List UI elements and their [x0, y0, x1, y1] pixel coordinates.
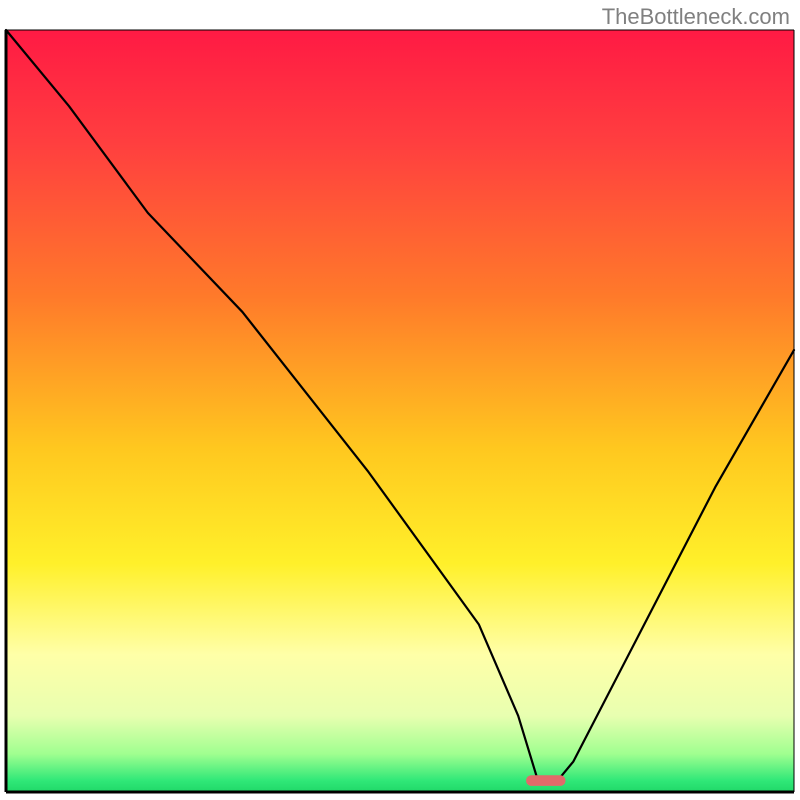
optimal-marker [526, 775, 565, 786]
watermark-text: TheBottleneck.com [602, 4, 790, 30]
gradient-background [6, 30, 794, 792]
bottleneck-chart: TheBottleneck.com [0, 0, 800, 800]
chart-svg [0, 0, 800, 800]
